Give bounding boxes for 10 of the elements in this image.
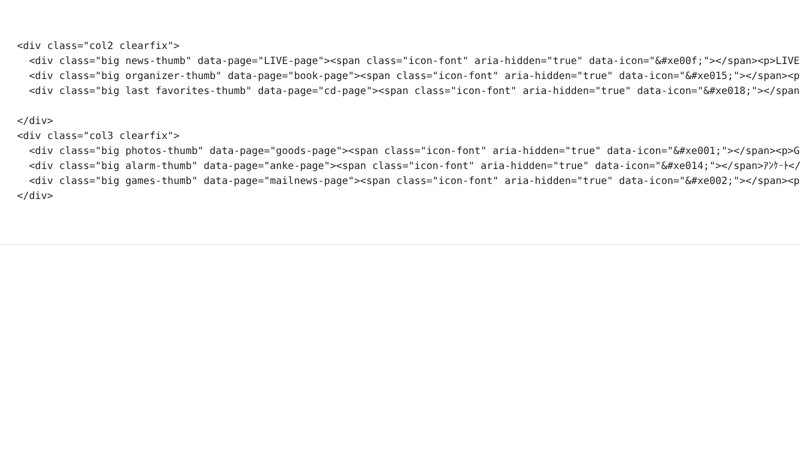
code-line: <div class="big organizer-thumb" data-page="book-page"><span class="icon-font" aria-hidden="true" data-icon="&#xe015;"></span><p [28,70,800,84]
code-line: <div class="big photos-thumb" data-page="goods-page"><span class="icon-font" aria-hidden="true" data-icon="&#xe001;"></span><p>G [28,145,800,159]
code-line: <div class="big alarm-thumb" data-page="anke-page"><span class="icon-font" aria-hidden="true" data-icon="&#xe014;"></span>ｱﾝｹｰﾄ</ [28,160,800,174]
code-line: <div class="col3 clearfix"> [17,130,181,144]
code-line: <div class="big news-thumb" data-page="LIVE-page"><span class="icon-font" aria-hidden="true" data-icon="&#xe00f;"></span><p>LIVE [28,55,800,69]
code-line: </div> [17,115,54,129]
code-line: <div class="big last favorites-thumb" data-page="cd-page"><span class="icon-font" aria-hidden="true" data-icon="&#xe018;"></span [28,85,800,99]
code-line: <div class="big games-thumb" data-page="mailnews-page"><span class="icon-font" aria-hidden="true" data-icon="&#xe002;"></span><p [28,175,800,189]
code-line: </div> [17,190,54,204]
code-line: <div class="col2 clearfix"> [17,40,181,54]
